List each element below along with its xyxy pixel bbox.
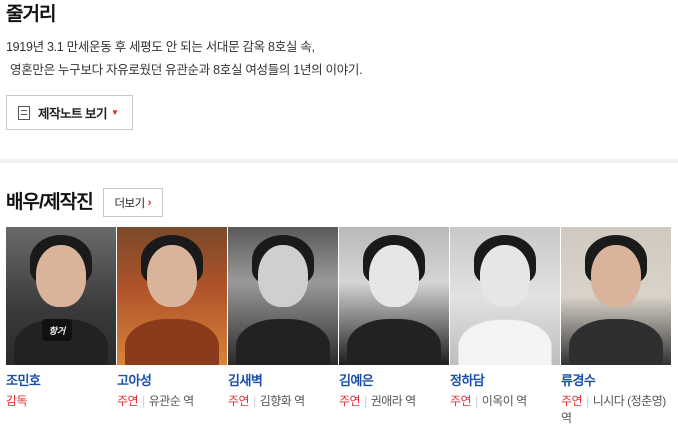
photo-face — [147, 245, 197, 307]
cast-role: 주연 — [117, 394, 139, 408]
separator: | — [142, 394, 145, 408]
cast-photo[interactable] — [228, 227, 338, 365]
synopsis-text: 1919년 3.1 만세운동 후 세평도 안 되는 서대문 감옥 8호실 속, … — [6, 36, 672, 82]
chevron-right-icon: › — [147, 196, 152, 209]
cast-photo[interactable] — [117, 227, 227, 365]
photo-face — [258, 245, 308, 307]
cast-photo[interactable]: 항거 — [6, 227, 116, 365]
microphone-icon: 항거 — [42, 319, 72, 341]
cast-card: 김예은 주연 | 권애라 역 — [339, 227, 450, 427]
photo-body — [236, 319, 330, 365]
section-divider — [0, 159, 678, 163]
cast-role: 주연 — [339, 394, 361, 408]
cast-name[interactable]: 김예은 — [339, 373, 450, 389]
cast-photo[interactable] — [561, 227, 671, 365]
photo-face — [591, 245, 641, 307]
cast-role: 주연 — [228, 394, 250, 408]
cast-header: 배우/제작진 더보기 › — [6, 188, 163, 217]
photo-face — [369, 245, 419, 307]
cast-name[interactable]: 김새벽 — [228, 373, 339, 389]
photo-body — [569, 319, 663, 365]
cast-character: 권애라 역 — [370, 394, 417, 408]
cast-list: 항거 조민호 감독 고아성 주연|유관순 역 김새벽 주연|김향화 역 — [6, 227, 672, 427]
photo-body — [125, 319, 219, 365]
cast-name[interactable]: 류경수 — [561, 373, 672, 389]
cast-role-line: 주연 | 니시다 (정춘영) 역 — [561, 393, 672, 427]
cast-photo[interactable] — [450, 227, 560, 365]
cast-character: 김향화 역 — [259, 394, 306, 408]
cast-character: 이옥이 역 — [481, 394, 528, 408]
separator: | — [586, 394, 589, 408]
separator: | — [475, 394, 478, 408]
cast-role: 주연 — [450, 394, 472, 408]
production-note-label: 제작노트 보기 — [38, 107, 107, 121]
cast-card: 정하담 주연 | 이옥이 역 — [450, 227, 561, 427]
photo-face — [480, 245, 530, 307]
cast-name[interactable]: 정하담 — [450, 373, 561, 389]
separator: | — [364, 394, 367, 408]
caret-down-icon: ▼ — [110, 108, 119, 117]
cast-name[interactable]: 고아성 — [117, 373, 228, 389]
cast-card: 김새벽 주연 | 김향화 역 — [228, 227, 339, 427]
cast-role: 주연 — [561, 394, 583, 408]
photo-face — [36, 245, 86, 307]
synopsis-title: 줄거리 — [6, 4, 56, 25]
production-note-button[interactable]: 제작노트 보기 ▼ — [6, 95, 133, 130]
synopsis-section: 줄거리 1919년 3.1 만세운동 후 세평도 안 되는 서대문 감옥 8호실… — [6, 0, 672, 82]
cast-role-line: 주연 | 김향화 역 — [228, 393, 339, 410]
photo-body — [458, 319, 552, 365]
cast-role-line: 주연 | 이옥이 역 — [450, 393, 561, 410]
cast-role-line: 주연 | 권애라 역 — [339, 393, 450, 410]
photo-body — [347, 319, 441, 365]
cast-card-director: 항거 조민호 감독 — [6, 227, 117, 427]
cast-card: 고아성 주연 | 유관순 역 — [117, 227, 228, 427]
cast-card: 류경수 주연 | 니시다 (정춘영) 역 — [561, 227, 672, 427]
cast-title: 배우/제작진 — [6, 191, 94, 213]
cast-role-line: 감독 — [6, 393, 117, 410]
cast-name[interactable]: 조민호 — [6, 373, 117, 389]
more-button[interactable]: 더보기 › — [102, 188, 163, 217]
cast-role: 감독 — [6, 394, 28, 408]
synopsis-line: 1919년 3.1 만세운동 후 세평도 안 되는 서대문 감옥 8호실 속, — [6, 40, 315, 54]
cast-role-line: 주연 | 유관순 역 — [117, 393, 228, 410]
document-icon — [18, 105, 30, 120]
more-button-label: 더보기 — [114, 197, 145, 210]
synopsis-line: 영혼만은 누구보다 자유로웠던 유관순과 8호실 여성들의 1년의 이야기. — [10, 63, 363, 77]
cast-photo[interactable] — [339, 227, 449, 365]
separator: | — [253, 394, 256, 408]
cast-character: 유관순 역 — [148, 394, 195, 408]
